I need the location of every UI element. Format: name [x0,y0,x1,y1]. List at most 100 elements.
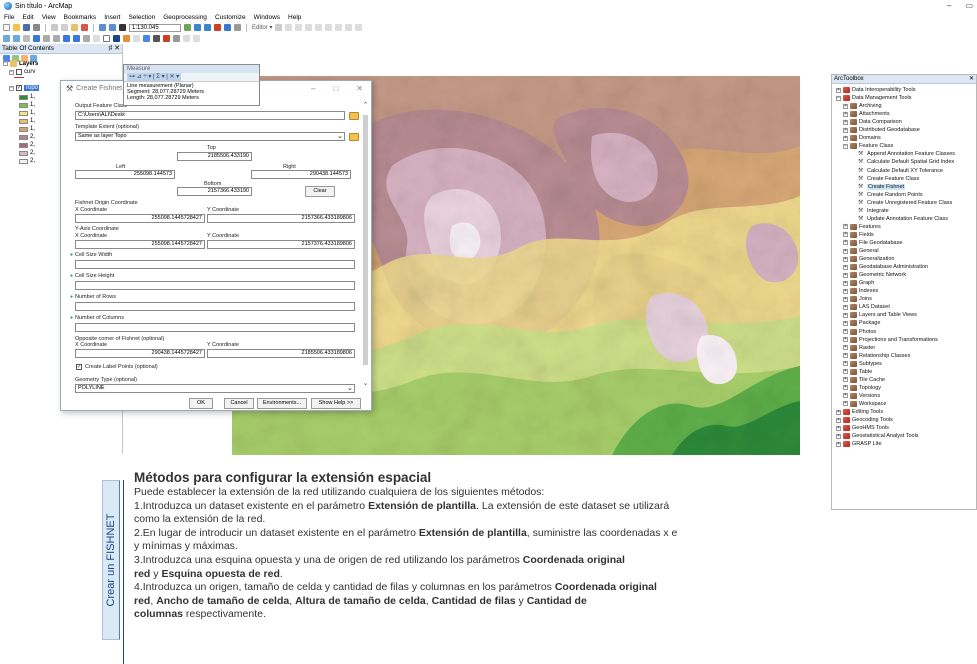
menu-help[interactable]: Help [288,14,301,21]
zoom-in-icon[interactable] [3,35,10,42]
add-data-icon[interactable] [119,24,126,31]
toolset-item[interactable]: − Feature Class [843,143,893,150]
right-field[interactable]: 290438.144573 [251,170,351,179]
ok-button[interactable]: OK [189,398,213,409]
menu-file[interactable]: File [4,14,14,21]
clear-button[interactable]: Clear [305,186,335,197]
collapse-icon[interactable]: − [836,95,841,101]
expand-icon[interactable]: + [843,337,848,343]
output-feature-class-field[interactable]: C:\Users\ALI\Deskt [75,111,345,120]
map-scale-field[interactable]: 1:130.045 [129,23,181,32]
toolset-item[interactable]: + Indexes [843,288,878,295]
scrollbar-thumb[interactable] [363,115,368,365]
identify-icon[interactable] [113,35,120,42]
scroll-up-icon[interactable]: ⌃ [362,101,369,109]
collapse-icon[interactable]: − [9,69,14,75]
expand-icon[interactable]: + [843,127,848,133]
toolset-item[interactable]: + Relationship Classes [843,352,910,359]
sketch-properties-icon[interactable] [355,24,363,31]
dialog-scrollbar[interactable]: ⌃ ⌄ [362,101,369,391]
toolset-item[interactable]: + Table [843,368,872,375]
y-axis-y-field[interactable]: 2157376.433189806 [207,240,355,249]
close-icon[interactable]: ✕ [969,75,974,84]
toolbox-tool[interactable]: ⚒ Append Annotation Feature Classes [858,151,955,157]
open-folder-icon[interactable] [13,24,20,31]
fixed-zoom-in-icon[interactable] [43,35,50,42]
toolbox-item[interactable]: + Data Interoperability Tools [836,87,916,93]
y-axis-x-field[interactable]: 255098.1445728427 [75,240,205,249]
origin-x-field[interactable]: 255098.1445728427 [75,214,205,223]
toolbox-item[interactable]: + GRASP Lite [836,441,882,448]
expand-icon[interactable]: + [843,312,848,318]
select-elements-icon[interactable] [103,35,110,42]
toolset-item[interactable]: + Versions [843,392,880,399]
editor-menu[interactable]: Editor ▾ [252,24,272,31]
toolbox-tool[interactable]: ⚒ Integrate [858,208,889,214]
toc-layers-root[interactable]: − Layers [3,60,38,67]
split-tool-icon[interactable] [325,24,333,31]
toolset-item[interactable]: + Fields [843,231,874,238]
expand-icon[interactable]: + [836,417,841,423]
expand-icon[interactable]: + [843,369,848,375]
dialog-close-button[interactable]: ✕ [356,84,363,93]
copy-icon[interactable] [61,24,68,31]
expand-icon[interactable]: + [843,320,848,326]
modelbuilder-icon[interactable] [234,24,241,31]
toolset-item[interactable]: + Features [843,223,881,230]
toolset-item[interactable]: + Topology [843,384,881,391]
toolset-item[interactable]: + Data Comparison [843,119,902,126]
collapse-icon[interactable]: − [3,61,8,66]
toolset-item[interactable]: + Domains [843,135,881,142]
toolset-item[interactable]: + Package [843,320,880,327]
expand-icon[interactable]: + [843,280,848,286]
opposite-x-field[interactable]: 290438.1445728427 [75,349,205,358]
toolset-item[interactable]: + Photos [843,328,876,335]
toolbox-item[interactable]: + Geostatistical Analyst Tools [836,433,919,440]
expand-icon[interactable]: + [836,87,841,93]
environments-button[interactable]: Environments... [257,398,307,409]
expand-icon[interactable]: + [836,441,841,447]
expand-icon[interactable]: + [843,353,848,359]
save-icon[interactable] [23,24,30,31]
clear-selection-icon[interactable] [93,35,100,42]
menu-edit[interactable]: Edit [22,14,33,21]
zoom-out-icon[interactable] [13,35,20,42]
expand-icon[interactable]: + [843,296,848,302]
toolset-item[interactable]: + Geometric Network [843,272,906,279]
minimize-button[interactable]: – [947,1,951,10]
toolbox-item[interactable]: + Editing Tools [836,409,883,415]
measure-window[interactable]: Measure ⊶ ⊿ ÷ ▾ | Σ ▾ | ✕ ▾ Line measure… [123,64,260,106]
dialog-maximize-button[interactable]: □ [333,84,338,93]
expand-icon[interactable]: + [843,272,848,278]
toolset-item[interactable]: + Raster [843,344,875,351]
expand-icon[interactable]: + [843,224,848,230]
bottom-field[interactable]: 2157366.433190 [177,187,252,196]
measure-icon[interactable] [143,35,150,42]
pan-icon[interactable] [23,35,30,42]
expand-icon[interactable]: + [843,232,848,238]
expand-icon[interactable]: + [843,304,848,310]
go-to-xy-icon[interactable] [173,35,180,42]
expand-icon[interactable]: + [843,240,848,246]
close-icon[interactable]: ✕ [114,44,120,54]
show-help-button[interactable]: Show Help >> [311,398,361,409]
toolset-item[interactable]: + Subtypes [843,360,882,367]
expand-icon[interactable]: + [843,361,848,367]
expand-icon[interactable]: + [843,401,848,407]
cell-size-height-field[interactable] [75,281,355,290]
expand-icon[interactable]: + [843,377,848,383]
toolset-item[interactable]: + Projections and Transformations [843,336,938,343]
hyperlink-icon[interactable] [123,35,130,42]
editor-toolbar-icon[interactable] [184,24,191,31]
toolset-item[interactable]: + Attachments [843,111,890,118]
toolbox-tool[interactable]: ⚒ Calculate Default Spatial Grid Index [858,159,954,165]
full-extent-icon[interactable] [33,35,40,42]
select-features-icon[interactable] [83,35,90,42]
toolbox-tool[interactable]: ⚒ Calculate Default XY Tolerance [858,168,943,174]
trace-icon[interactable] [315,24,323,31]
toolset-item[interactable]: + LAS Dataset [843,304,890,311]
expand-icon[interactable]: + [843,385,848,391]
toolbox-tool[interactable]: ⚒ Update Annotation Feature Class [858,216,948,222]
top-field[interactable]: 2185506.433190 [177,152,252,161]
restore-button[interactable]: ▭ [965,1,973,10]
